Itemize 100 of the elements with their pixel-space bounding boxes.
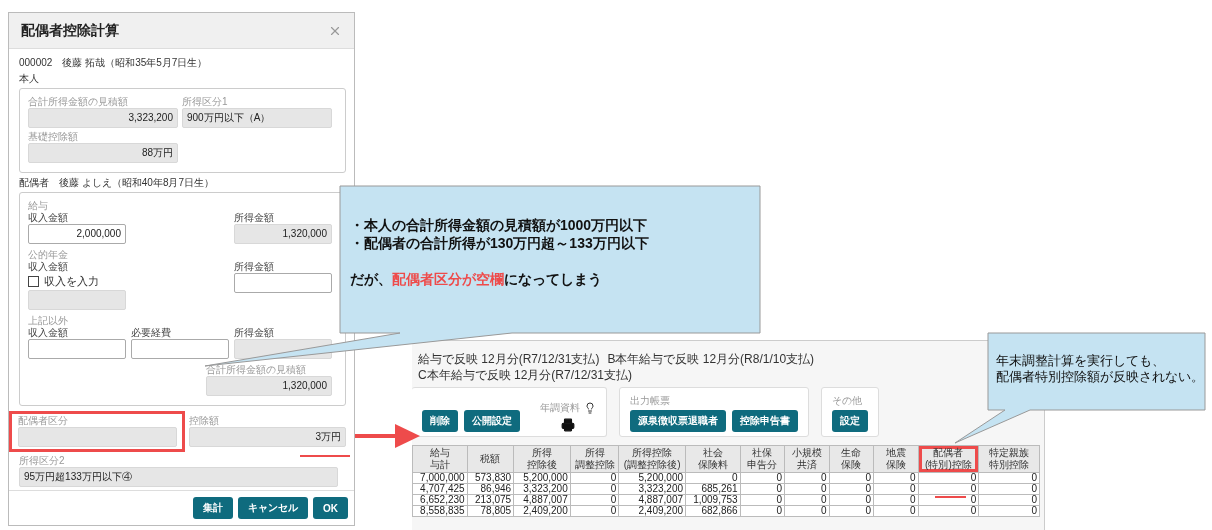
group-label: 公的年金 (28, 249, 69, 261)
table-cell: 0 (918, 505, 979, 517)
table-cell: 0 (740, 472, 785, 484)
table-cell: 0 (873, 483, 919, 495)
table-cell: 0 (570, 494, 619, 506)
field-label: 控除額 (188, 415, 219, 427)
table-cell: 0 (829, 483, 874, 495)
table-cell: 0 (685, 472, 741, 484)
table-cell: 0 (978, 494, 1040, 506)
dialog-button[interactable]: キャンセル (238, 497, 308, 519)
card-title: その他 (832, 395, 862, 407)
column-header: 配偶者 (932, 447, 965, 459)
underline-mark (300, 455, 350, 457)
text-field[interactable] (131, 339, 229, 359)
table-cell: 2,409,200 (513, 505, 571, 517)
table-cell: 78,805 (467, 505, 514, 517)
table-cell: 0 (978, 483, 1040, 495)
text-field[interactable]: 900万円以下（A） (182, 108, 332, 128)
field-label: 所得区分1 (182, 96, 228, 108)
text-field[interactable]: 2,000,000 (28, 224, 126, 244)
table-cell: 0 (784, 505, 830, 517)
callout-text: 年末調整計算を実行しても、 (996, 354, 1166, 370)
text-field[interactable]: 1,320,000 (234, 224, 332, 244)
column-header: 控除後 (525, 459, 558, 471)
table-cell: 1,009,753 (685, 494, 741, 506)
column-header: 調整控除 (573, 459, 616, 471)
payment-option[interactable]: 給与で反映 12月分(R7/12/31支払) (418, 352, 600, 366)
table-cell: 6,652,230 (412, 494, 468, 506)
text-field[interactable]: 95万円超133万円以下④ (19, 467, 338, 487)
group-label: 上記以外 (28, 315, 69, 327)
table-cell: 0 (918, 483, 979, 495)
dialog-button[interactable]: 集計 (193, 497, 233, 519)
table-cell: 3,323,200 (513, 483, 571, 495)
table-cell: 3,323,200 (618, 483, 686, 495)
table-cell: 685,261 (685, 483, 741, 495)
column-header: 保険料 (696, 459, 729, 471)
table-cell: 573,830 (467, 472, 514, 484)
column-header: 社会 (701, 447, 724, 459)
card-title: 出力帳票 (630, 395, 670, 407)
text-field[interactable]: 1,320,000 (206, 376, 332, 396)
column-header: (調整控除後) (622, 459, 682, 471)
column-header: 保険 (884, 459, 907, 471)
table-cell: 5,200,000 (513, 472, 571, 484)
employee-name: 000002 後藤 拓哉（昭和35年5月7日生） (19, 56, 209, 69)
column-header: 保険 (840, 459, 863, 471)
checkbox-label: 収入を入力 (44, 275, 99, 288)
table-cell: 2,409,200 (618, 505, 686, 517)
column-header: 申告分 (746, 459, 779, 471)
payment-option[interactable]: B本年給与で反映 12月分(R8/1/10支払) (607, 352, 815, 366)
action-button[interactable]: 削除 (422, 410, 458, 432)
text-field[interactable] (28, 339, 126, 359)
action-button[interactable]: 源泉徴収票退職者 (630, 410, 726, 432)
action-button[interactable]: 設定 (832, 410, 868, 432)
table-cell: 5,200,000 (618, 472, 686, 484)
underline-mark (934, 496, 967, 498)
table-cell: 0 (829, 505, 874, 517)
column-header: 特別控除 (988, 459, 1031, 471)
column-header: 所得控除 (631, 447, 674, 459)
pointer-arrow (355, 424, 420, 448)
table-cell: 0 (829, 494, 874, 506)
column-header: 給与 (428, 447, 451, 459)
field-label: 収入金額 (28, 261, 68, 273)
column-header: 所得 (530, 447, 553, 459)
field-label: 必要経費 (131, 327, 171, 339)
field-label: 基礎控除額 (28, 131, 78, 143)
table-cell: 0 (918, 494, 979, 506)
table-cell: 0 (570, 472, 619, 484)
table-cell: 4,887,007 (618, 494, 686, 506)
section-heading: 本人 (19, 72, 40, 85)
field-label: 合計所得金額の見積額 (206, 364, 306, 376)
field-label: 収入金額 (28, 327, 68, 339)
text-field[interactable]: 3,323,200 (28, 108, 178, 128)
text-field[interactable]: 3万円 (188, 427, 346, 447)
table-cell: 0 (873, 472, 919, 484)
field-label: 所得金額 (234, 212, 274, 224)
table-cell: 0 (784, 494, 830, 506)
payment-option[interactable]: C本年給与で反映 12月分(R7/12/31支払) (418, 368, 633, 382)
text-field[interactable] (234, 273, 332, 293)
dialog-button[interactable]: OK (313, 497, 348, 519)
table-cell: 0 (978, 505, 1040, 517)
table-cell: 0 (570, 483, 619, 495)
column-header: 税額 (479, 453, 502, 465)
checkbox[interactable] (28, 276, 39, 287)
dialog-title: 配偶者控除計算 (21, 21, 119, 40)
table-cell: 213,075 (467, 494, 514, 506)
field-label: 所得金額 (234, 261, 274, 273)
text-field[interactable]: 88万円 (28, 143, 178, 163)
table-cell: 0 (873, 494, 919, 506)
table-cell: 4,887,007 (513, 494, 571, 506)
column-header: 生命 (840, 447, 863, 459)
printer-icon[interactable] (561, 418, 575, 432)
lightbulb-icon (584, 402, 596, 414)
text-field[interactable] (18, 427, 177, 447)
text-field[interactable] (28, 290, 126, 310)
table-cell: 0 (918, 472, 979, 484)
column-header: 所得 (583, 447, 606, 459)
action-button[interactable]: 公開設定 (464, 410, 520, 432)
field-label: 配偶者区分 (18, 415, 69, 427)
action-button[interactable]: 控除申告書 (732, 410, 798, 432)
field-label: 所得区分2 (19, 455, 65, 467)
